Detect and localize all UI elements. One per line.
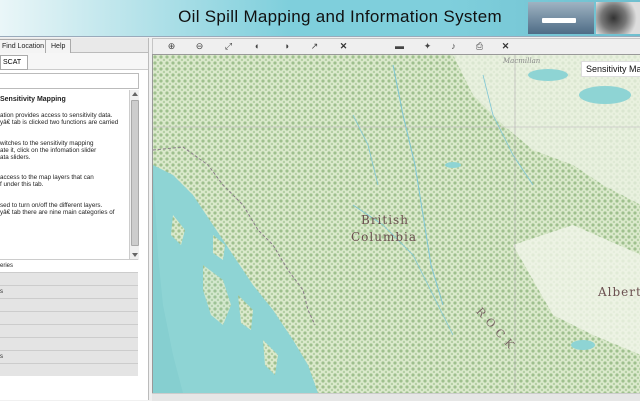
scroll-thumb[interactable] [131,100,139,246]
draw-icon[interactable]: ✦ [421,40,434,53]
next-extent-icon[interactable]: ◑ [280,40,293,53]
tab-find-location[interactable]: Find Location [0,39,51,54]
app-title: Oil Spill Mapping and Information System [178,7,502,26]
print-icon[interactable]: ⎙ [473,40,486,53]
help-line: yâ€ tab there are nine main categories o… [0,209,115,216]
category-item[interactable]: s [0,285,138,298]
help-heading: Sensitivity Mapping [0,96,66,103]
category-item[interactable] [0,272,138,285]
map-label-alberta: Alberta [598,285,640,299]
help-text: Sensitivity Mapping ation provides acces… [0,90,129,258]
map-view[interactable]: Sensitivity Mapping British Columbia Alb… [152,54,640,394]
map-title: Sensitivity Mapping [581,61,640,77]
category-list: eries s s [0,259,138,376]
header-banner: Oil Spill Mapping and Information System [0,0,640,37]
measure-icon[interactable]: ♪ [447,40,460,53]
tab-scat[interactable]: SCAT [0,55,29,70]
category-item[interactable]: eries [0,259,138,272]
panel-subtabs: SCAT [0,53,148,70]
help-line: ata sliders. [0,154,31,161]
full-extent-icon[interactable]: ⤢ [222,40,235,53]
category-item[interactable]: s [0,350,138,363]
help-line: f under this tab. [0,181,44,188]
help-scrollbar[interactable] [129,90,139,260]
help-line: yâ€ tab is clicked two functions are car… [0,119,119,126]
category-item[interactable] [0,363,138,376]
layer-icon[interactable]: ▬ [393,40,406,53]
oil-spill-image [596,2,640,34]
ship-image [528,2,594,34]
previous-extent-icon[interactable]: ◐ [251,40,264,53]
map-toolbar: ⊕ ⊖ ⤢ ◐ ◑ ↗ ✕ ▬ ✦ ♪ ⎙ ✕ [152,38,640,55]
left-panel: Find Location Help SCAT Sensitivity Mapp… [0,38,149,400]
close-icon[interactable]: ✕ [499,40,512,53]
tab-help[interactable]: Help [45,39,72,54]
zoom-out-icon[interactable]: ⊖ [193,40,206,53]
scroll-down-icon[interactable] [132,253,138,257]
identify-icon[interactable]: ↗ [308,40,321,53]
zoom-in-icon[interactable]: ⊕ [165,40,178,53]
scroll-up-icon[interactable] [132,92,138,96]
category-item[interactable] [0,324,138,337]
panel-header-box [0,73,139,89]
map-label-columbia: Columbia [351,230,418,244]
close-icon[interactable]: ✕ [337,40,350,53]
panel-tabs: Find Location Help [0,38,148,54]
category-item[interactable] [0,337,138,350]
category-item[interactable] [0,298,138,311]
map-label-british: British [361,213,409,227]
map-label-macmillan: Macmillan [503,57,541,65]
category-item[interactable] [0,311,138,324]
